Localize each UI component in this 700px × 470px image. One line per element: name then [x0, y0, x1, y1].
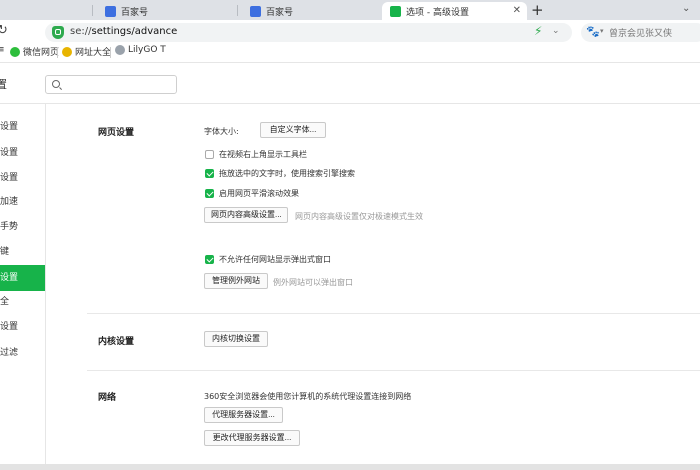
sidebar-divider	[45, 104, 46, 470]
tab-list-chevron-icon[interactable]: ⌄	[682, 3, 690, 14]
advanced-content-hint: 网页内容高级设置仅对极速模式生效	[295, 212, 423, 221]
bookmark-separator	[110, 47, 111, 58]
tab-separator	[237, 5, 238, 16]
bookmark-overflow[interactable]: ≡	[0, 45, 5, 55]
sidebar-item-label: 设置	[0, 273, 19, 283]
settings-header: 置	[0, 62, 700, 104]
network-title: 网络	[98, 393, 117, 403]
tab-strip: 百家号 百家号 选项 - 高级设置 ✕ + ⌄	[0, 0, 700, 20]
omnibox[interactable]: se://settings/advance ⚡ ⌄	[45, 23, 572, 42]
address-bar-row: ↻ se://settings/advance ⚡ ⌄ 🐾 ▾ 曾京会见张又侠	[0, 20, 700, 44]
bookmark-label: LilyGO T	[128, 45, 166, 55]
bookmark-wechat[interactable]: 微信网页	[10, 45, 59, 58]
tab-label: 百家号	[121, 7, 149, 18]
wechat-icon	[10, 46, 20, 57]
security-shield-icon	[52, 26, 64, 39]
sidebar-item-label: 加速	[0, 197, 19, 207]
tab-label: 选项 - 高级设置	[406, 7, 469, 18]
new-tab-button[interactable]: +	[531, 0, 544, 20]
sidebar-item[interactable]: 加速	[0, 189, 45, 215]
tab-baijiahao-1[interactable]: 百家号	[97, 2, 237, 20]
sidebar-item[interactable]: 设置	[0, 314, 45, 340]
baijiahao-favicon-icon	[105, 5, 116, 17]
font-size-label: 字体大小:	[204, 127, 239, 136]
video-toolbar-label: 在视频右上角显示工具栏	[219, 150, 307, 159]
drag-search-checkbox[interactable]	[205, 169, 214, 178]
bookmark-web-directory[interactable]: 网址大全	[62, 45, 111, 58]
sidebar-item-label: 设置	[0, 122, 19, 132]
sidebar-item[interactable]: 设置	[0, 140, 45, 166]
tab-separator	[92, 5, 93, 16]
close-tab-icon[interactable]: ✕	[513, 5, 521, 16]
bookmark-lilygo[interactable]: LilyGO T	[115, 45, 166, 55]
omnibox-dropdown-icon[interactable]: ⌄	[552, 26, 560, 36]
block-popups-label: 不允许任何网站显示弹出式窗口	[219, 255, 331, 264]
proxy-settings-button[interactable]: 代理服务器设置...	[204, 407, 283, 423]
section-divider	[87, 370, 700, 371]
bookmark-label: 微信网页	[23, 48, 60, 58]
baijiahao-favicon-icon	[250, 5, 261, 17]
bookmark-separator	[57, 47, 58, 58]
reload-icon[interactable]: ↻	[0, 23, 8, 38]
settings-favicon-icon	[390, 5, 401, 17]
url-path: settings/advance	[91, 26, 178, 37]
web-settings-title: 网页设置	[98, 128, 135, 138]
sidebar-item-label: 设置	[0, 322, 19, 332]
sidebar-item[interactable]: 设置	[0, 165, 45, 191]
tab-advanced-settings[interactable]: 选项 - 高级设置 ✕	[382, 2, 527, 20]
smooth-scroll-checkbox[interactable]	[205, 189, 214, 198]
url-scheme: se://	[70, 26, 92, 37]
sidebar-item-label: 全	[0, 297, 10, 307]
change-proxy-settings-button[interactable]: 更改代理服务器设置...	[204, 430, 300, 446]
speed-mode-icon[interactable]: ⚡	[534, 24, 542, 38]
sidebar-item-label: 过滤	[0, 348, 19, 358]
sidebar-item-label: 手势	[0, 222, 19, 232]
section-divider	[87, 313, 700, 314]
sidebar-item[interactable]: 过滤	[0, 340, 45, 366]
url-text[interactable]: se://settings/advance	[70, 26, 177, 37]
sidebar-item[interactable]: 手势	[0, 214, 45, 240]
smooth-scroll-label: 启用网页平滑滚动效果	[219, 189, 299, 198]
bookmark-label: 网址大全	[75, 48, 112, 58]
settings-sidebar: 设置 设置 设置 加速 手势 键 设置 全 设置 过滤	[0, 104, 45, 470]
sidebar-item[interactable]: 全	[0, 289, 45, 315]
baidu-search-engine-icon[interactable]: 🐾	[586, 25, 600, 38]
bookmarks-bar: ≡ 微信网页 网址大全 LilyGO T	[0, 44, 700, 61]
kernel-settings-title: 内核设置	[98, 337, 135, 347]
search-icon	[52, 80, 60, 88]
engine-dropdown-icon[interactable]: ▾	[600, 27, 604, 35]
sidebar-item-label: 设置	[0, 148, 19, 158]
custom-font-button[interactable]: 自定义字体...	[260, 122, 326, 138]
settings-title-fragment: 置	[0, 78, 7, 91]
sidebar-item-label: 设置	[0, 173, 19, 183]
advanced-content-settings-button[interactable]: 网页内容高级设置...	[204, 207, 288, 223]
kernel-switch-button[interactable]: 内核切换设置	[204, 331, 268, 347]
search-box[interactable]: 🐾 ▾ 曾京会见张又侠	[581, 23, 700, 42]
settings-search-input[interactable]	[64, 77, 174, 92]
tab-baijiahao-2[interactable]: 百家号	[242, 2, 382, 20]
bottom-edge	[0, 464, 700, 470]
web-directory-icon	[62, 46, 72, 57]
manage-exceptions-button[interactable]: 管理例外网站	[204, 273, 268, 289]
sidebar-item-label: 键	[0, 247, 10, 257]
exceptions-hint: 例外网站可以弹出窗口	[273, 278, 353, 287]
block-popups-checkbox[interactable]	[205, 255, 214, 264]
search-placeholder: 曾京会见张又侠	[609, 29, 673, 39]
drag-search-label: 拖放选中的文字时，使用搜索引擎搜索	[219, 169, 355, 178]
sidebar-item[interactable]: 键	[0, 239, 45, 265]
lilygo-icon	[115, 45, 125, 55]
sidebar-item[interactable]: 设置	[0, 114, 45, 140]
settings-search-box[interactable]	[45, 75, 177, 94]
tab-label: 百家号	[266, 7, 294, 18]
video-toolbar-checkbox[interactable]	[205, 150, 214, 159]
network-description: 360安全浏览器会使用您计算机的系统代理设置连接到网络	[204, 392, 412, 401]
sidebar-item-advanced[interactable]: 设置	[0, 265, 45, 291]
